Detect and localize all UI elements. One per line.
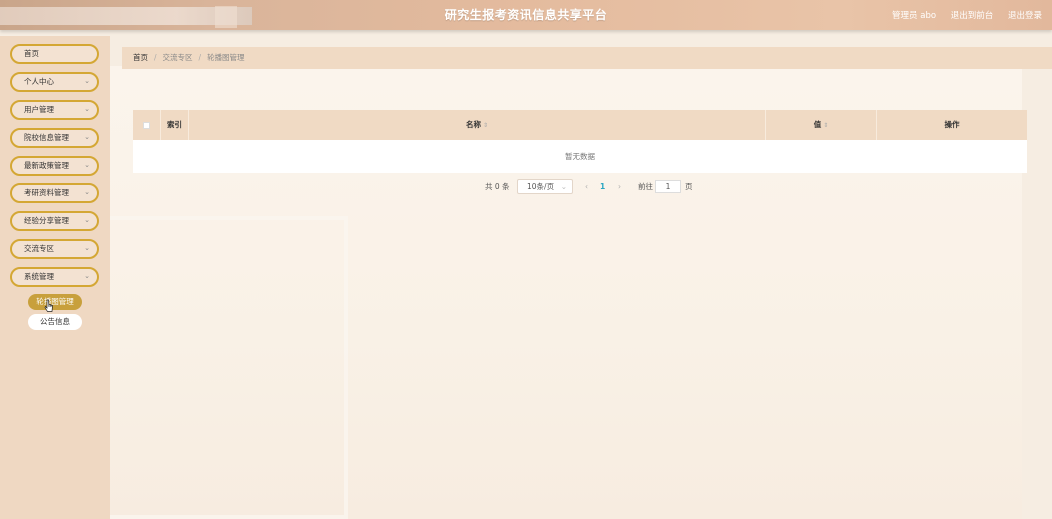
column-header-value[interactable]: 值 ⇕ [766, 110, 877, 140]
page-size-select[interactable]: 10条/页 ⌄ [517, 179, 573, 194]
breadcrumb-home[interactable]: 首页 [133, 53, 148, 62]
goto-unit-label: 页 [685, 182, 693, 191]
sidebar-subitem-carousel[interactable]: 轮播图管理 [28, 294, 82, 310]
sidebar-item-home[interactable]: 首页 [10, 44, 99, 64]
chevron-down-icon: ⌄ [84, 188, 90, 196]
sidebar-item-personal-center[interactable]: 个人中心 ⌄ [10, 72, 99, 92]
sidebar-subitem-announcement[interactable]: 公告信息 [28, 314, 82, 330]
data-table: 索引 名称 ⇕ 值 ⇕ 操作 暂无数据 [133, 110, 1027, 173]
page-size-value: 10条/页 [527, 182, 555, 191]
select-all-checkbox[interactable] [143, 121, 150, 129]
chevron-down-icon: ⌄ [84, 161, 90, 169]
sidebar-item-user-management[interactable]: 用户管理 ⌄ [10, 100, 99, 120]
select-all-column [133, 110, 161, 140]
sidebar-item-experience[interactable]: 经验分享管理 ⌄ [10, 211, 99, 231]
header-links: 管理员 abo 退出到前台 退出登录 [880, 9, 1042, 21]
next-page-button[interactable]: › [618, 179, 621, 195]
breadcrumb: 首页 / 交流专区 / 轮播图管理 [122, 47, 1052, 69]
sidebar-item-label: 经验分享管理 [24, 216, 69, 225]
sidebar-item-label: 考研资料管理 [24, 188, 69, 197]
sidebar-item-label: 院校信息管理 [24, 133, 69, 142]
page-number-current[interactable]: 1 [600, 179, 605, 195]
sidebar-item-label: 用户管理 [24, 105, 54, 114]
chevron-down-icon: ⌄ [84, 272, 90, 280]
pagination-total: 共 0 条 [485, 182, 510, 191]
sidebar-item-label: 交流专区 [24, 244, 54, 253]
column-header-name[interactable]: 名称 ⇕ [189, 110, 766, 140]
chevron-down-icon: ⌄ [84, 77, 90, 85]
sidebar-item-materials[interactable]: 考研资料管理 ⌄ [10, 183, 99, 203]
sidebar-item-system[interactable]: 系统管理 ⌄ [10, 267, 99, 287]
prev-page-button[interactable]: ‹ [585, 179, 588, 195]
table-header: 索引 名称 ⇕ 值 ⇕ 操作 [133, 110, 1027, 140]
column-header-name-label: 名称 [465, 120, 481, 129]
column-header-ops: 操作 [944, 120, 960, 129]
back-to-front-link[interactable]: 退出到前台 [951, 11, 994, 21]
goto-label: 前往 [638, 182, 653, 191]
top-header: 研究生报考资讯信息共享平台 管理员 abo 退出到前台 退出登录 [0, 0, 1052, 30]
sort-icon[interactable]: ⇕ [483, 122, 488, 129]
chevron-down-icon: ⌄ [84, 216, 90, 224]
main-content: 首页 / 交流专区 / 轮播图管理 索引 名称 ⇕ 值 ⇕ 操作 暂无数据 共 0 条 10… [110, 36, 1052, 519]
column-header-value-label: 值 [813, 120, 822, 129]
chevron-down-icon: ⌄ [84, 244, 90, 252]
breadcrumb-level2: 轮播图管理 [207, 53, 245, 62]
chevron-down-icon: ⌄ [560, 182, 567, 191]
mouse-cursor-icon [44, 299, 53, 312]
chevron-down-icon: ⌄ [84, 133, 90, 141]
logout-link[interactable]: 退出登录 [1008, 11, 1042, 21]
table-empty-row: 暂无数据 [133, 140, 1027, 173]
sidebar-item-label: 首页 [24, 49, 39, 58]
breadcrumb-separator: / [154, 53, 157, 62]
sidebar-item-school-info[interactable]: 院校信息管理 ⌄ [10, 128, 99, 148]
sidebar-item-forum[interactable]: 交流专区 ⌄ [10, 239, 99, 259]
goto-page-input[interactable]: 1 [655, 180, 681, 193]
breadcrumb-separator: / [198, 53, 202, 62]
breadcrumb-level1: 交流专区 [162, 53, 193, 62]
sidebar-item-label: 系统管理 [24, 272, 54, 281]
background-decoration [110, 216, 348, 519]
column-header-index: 索引 [161, 110, 189, 140]
chevron-down-icon: ⌄ [84, 105, 90, 113]
sort-icon[interactable]: ⇕ [823, 122, 828, 129]
admin-user-label[interactable]: 管理员 abo [892, 11, 936, 21]
sidebar-item-label: 最新政策管理 [24, 161, 69, 170]
sidebar-item-policy[interactable]: 最新政策管理 ⌄ [10, 156, 99, 176]
sidebar-item-label: 个人中心 [24, 77, 54, 86]
sidebar: 首页 个人中心 ⌄ 用户管理 ⌄ 院校信息管理 ⌄ 最新政策管理 ⌄ 考研资料管… [0, 36, 110, 519]
